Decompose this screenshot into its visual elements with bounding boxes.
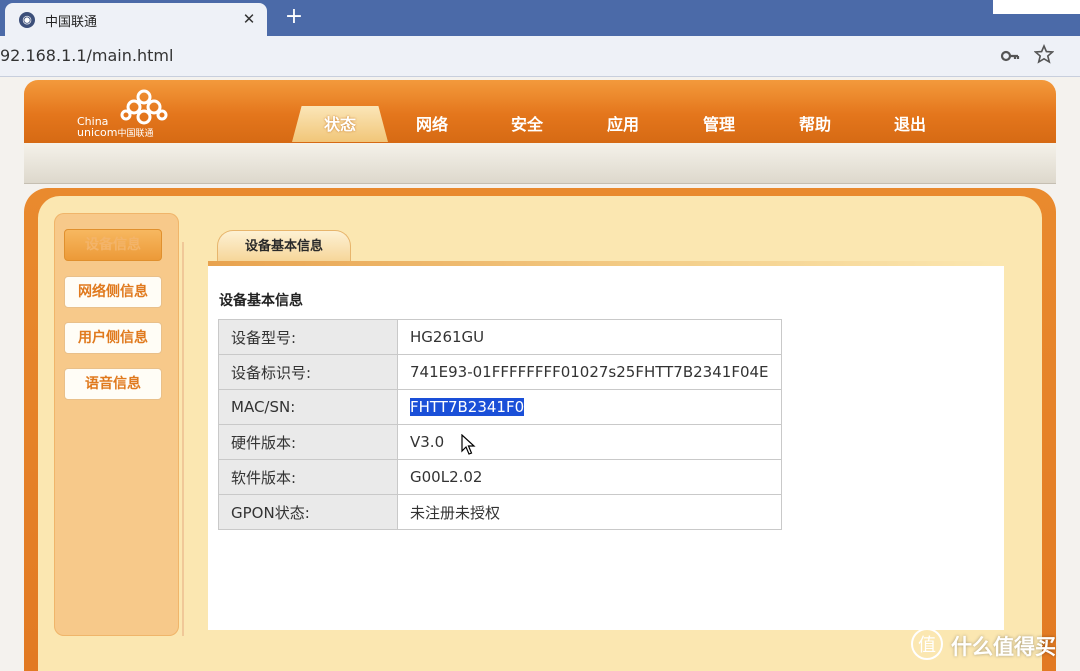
- tab-title: 中国联通: [45, 15, 98, 30]
- table-row: MAC/SN: FHTT7B2341F0: [218, 389, 782, 425]
- watermark-text: 什么值得买: [951, 635, 1056, 659]
- nav-network[interactable]: 网络: [384, 106, 480, 142]
- star-icon[interactable]: [1034, 44, 1054, 64]
- nav-apps[interactable]: 应用: [575, 106, 671, 142]
- nav-security[interactable]: 安全: [479, 106, 575, 142]
- new-tab-button[interactable]: +: [282, 4, 306, 30]
- row-value-selected: FHTT7B2341F0: [397, 389, 782, 425]
- sidebar-item-user-info[interactable]: 用户侧信息: [64, 322, 162, 354]
- row-value: HG261GU: [397, 319, 782, 355]
- row-label: 设备型号:: [218, 319, 398, 355]
- device-info-table: 设备型号: HG261GU 设备标识号: 741E93-01FFFFFFFF01…: [218, 319, 782, 530]
- sidebar-divider: [182, 242, 184, 636]
- nav-status[interactable]: 状态: [292, 106, 388, 142]
- table-row: 设备型号: HG261GU: [218, 319, 782, 355]
- url-field[interactable]: 92.168.1.1/main.html: [0, 46, 173, 65]
- logo-cn: 中国联通: [117, 129, 154, 139]
- logo-en-unicom: unicom: [77, 126, 118, 139]
- section-title: 设备基本信息: [219, 293, 303, 309]
- selected-text: FHTT7B2341F0: [410, 398, 525, 416]
- router-header: China unicom中国联通 状态 网络 安全 应用 管理 帮助 退出: [24, 80, 1056, 143]
- sidebar-item-network-info[interactable]: 网络侧信息: [64, 276, 162, 308]
- mouse-pointer-icon: [461, 434, 476, 455]
- row-label: 硬件版本:: [218, 424, 398, 460]
- row-label: MAC/SN:: [218, 389, 398, 425]
- table-row: 软件版本: G00L2.02: [218, 459, 782, 495]
- browser-tab[interactable]: ◉ 中国联通 ✕: [5, 3, 267, 36]
- row-label: 软件版本:: [218, 459, 398, 495]
- browser-tab-strip: ◉ 中国联通 ✕ +: [0, 0, 1080, 36]
- nav-manage[interactable]: 管理: [671, 106, 767, 142]
- row-value: 741E93-01FFFFFFFF01027s25FHTT7B2341F04E: [397, 354, 782, 390]
- table-row: 设备标识号: 741E93-01FFFFFFFF01027s25FHTT7B23…: [218, 354, 782, 390]
- sidebar-item-voice-info[interactable]: 语音信息: [64, 368, 162, 400]
- row-label: 设备标识号:: [218, 354, 398, 390]
- nav-help[interactable]: 帮助: [767, 106, 863, 142]
- globe-icon: ◉: [19, 12, 35, 28]
- table-row: 硬件版本: V3.0: [218, 424, 782, 460]
- close-icon[interactable]: ✕: [239, 9, 259, 29]
- tab-device-basic-info[interactable]: 设备基本信息: [217, 230, 351, 262]
- row-label: GPON状态:: [218, 494, 398, 530]
- address-bar: 92.168.1.1/main.html: [0, 36, 1080, 77]
- unicom-knot-logo-icon: [120, 89, 168, 125]
- sidebar-item-device-info[interactable]: 设备信息: [64, 229, 162, 261]
- table-row: GPON状态: 未注册未授权: [218, 494, 782, 530]
- nav-logout[interactable]: 退出: [862, 106, 958, 142]
- watermark-logo-icon: 值: [911, 628, 943, 660]
- key-icon[interactable]: [1000, 46, 1020, 66]
- window-control-strip: [993, 0, 1080, 14]
- row-value: 未注册未授权: [397, 494, 782, 530]
- row-value: V3.0: [397, 424, 782, 460]
- row-value: G00L2.02: [397, 459, 782, 495]
- sub-nav-bar: [24, 143, 1056, 184]
